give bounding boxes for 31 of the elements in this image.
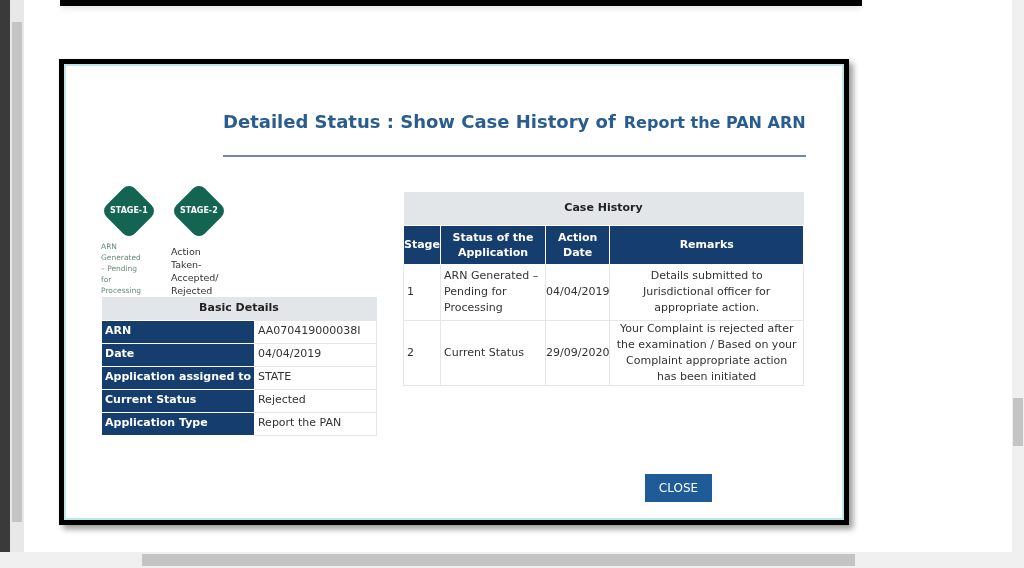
close-button[interactable]: CLOSE <box>645 474 712 502</box>
table-cell: Report the PAN <box>254 412 377 435</box>
vertical-scrollbar[interactable] <box>10 0 24 552</box>
table-cell: ARN Generated – Pending for Processing <box>440 264 546 320</box>
table-cell: 2 <box>403 320 441 385</box>
table-cell: Rejected <box>254 389 377 412</box>
column-header: Stage <box>403 225 441 264</box>
column-header: Status of the Application <box>440 225 546 264</box>
table-cell: 04/04/2019 <box>254 343 377 366</box>
column-header: Action Date <box>545 225 610 264</box>
table-cell: 1 <box>403 264 441 320</box>
dialog-subject: Report the PAN ARN <box>623 112 806 134</box>
table-cell: AA070419000038I <box>254 320 377 343</box>
table-heading: Basic Details <box>101 297 377 320</box>
table-cell: 04/04/2019 <box>545 264 610 320</box>
row-label: ARN <box>101 320 255 343</box>
table-cell: Details submitted to Jurisdictional officer for appropriate action. <box>609 264 804 320</box>
row-label: Application Type <box>101 412 255 435</box>
table-heading: Case History <box>403 192 804 225</box>
dialog-title: Detailed Status : Show Case History of <box>223 110 616 134</box>
stage-caption: Action Taken- Accepted/ Rejected <box>171 245 220 297</box>
row-label: Current Status <box>101 389 255 412</box>
table-cell: 29/09/2020 <box>545 320 610 385</box>
vertical-scrollbar[interactable] <box>1012 0 1024 552</box>
horizontal-scrollbar[interactable] <box>0 552 1024 568</box>
table-cell: STATE <box>254 366 377 389</box>
table-cell: Your Complaint is rejected after the examination / Based on your Complaint appropriate action has been initiated <box>609 320 804 385</box>
row-label: Date <box>101 343 255 366</box>
table-cell: Current Status <box>440 320 546 385</box>
column-header: Remarks <box>609 225 804 264</box>
row-label: Application assigned to <box>101 366 255 389</box>
